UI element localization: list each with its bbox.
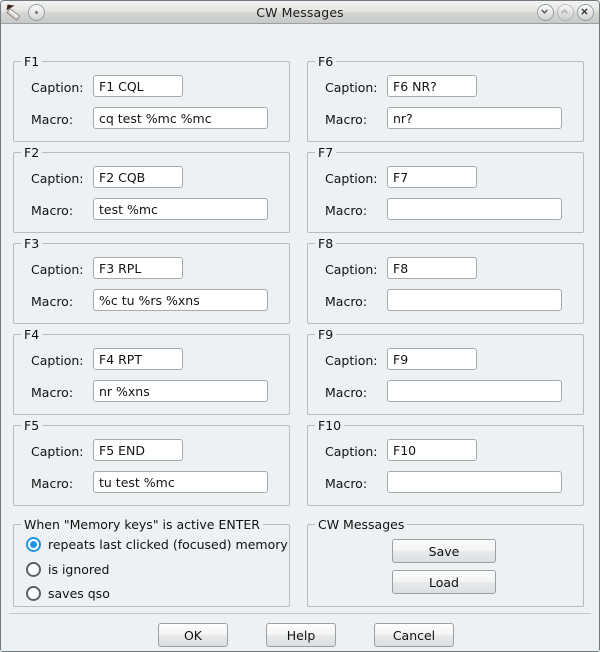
window-title: CW Messages <box>256 4 344 20</box>
ok-button[interactable]: OK <box>158 623 228 647</box>
group-f9-macro-input[interactable] <box>387 380 562 402</box>
save-button[interactable]: Save <box>392 539 496 563</box>
group-f5-caption-label: Caption: <box>31 444 84 459</box>
group-enter-behavior: When "Memory keys" is active ENTER repea… <box>13 517 290 607</box>
group-f8: F8 Caption: Macro: <box>307 236 584 324</box>
chevron-down-icon[interactable] <box>537 4 554 21</box>
radio-label: saves qso <box>48 586 110 601</box>
group-f9-legend: F9 <box>315 327 337 342</box>
group-f9-caption-label: Caption: <box>325 353 378 368</box>
group-f6-macro-input[interactable] <box>387 107 562 129</box>
group-f8-caption-input[interactable] <box>387 257 477 279</box>
window-menu-icon[interactable] <box>28 3 45 21</box>
group-f8-caption-label: Caption: <box>325 262 378 277</box>
group-f3-macro-input[interactable] <box>93 289 268 311</box>
group-f10: F10 Caption: Macro: <box>307 418 584 506</box>
group-f8-macro-input[interactable] <box>387 289 562 311</box>
group-f8-legend: F8 <box>315 236 337 251</box>
radio-saves-qso[interactable]: saves qso <box>26 586 110 601</box>
group-f9-macro-label: Macro: <box>325 385 368 400</box>
group-f2-macro-label: Macro: <box>31 203 74 218</box>
group-f5: F5 Caption: Macro: <box>13 418 290 506</box>
group-cw-messages-files-legend: CW Messages <box>315 517 408 532</box>
group-f7-macro-label: Macro: <box>325 203 368 218</box>
chevron-up-icon[interactable] <box>557 4 574 21</box>
group-f2-legend: F2 <box>21 145 43 160</box>
group-f4: F4 Caption: Macro: <box>13 327 290 415</box>
group-f7-caption-label: Caption: <box>325 171 378 186</box>
title-bar-left-controls <box>1 3 45 21</box>
group-f6-caption-label: Caption: <box>325 80 378 95</box>
group-f4-caption-label: Caption: <box>31 353 84 368</box>
group-f3-macro-label: Macro: <box>31 294 74 309</box>
cw-messages-dialog: CW Messages F1 Caption: F1 CQL Macro: cq… <box>0 0 600 652</box>
group-f3-caption-label: Caption: <box>31 262 84 277</box>
group-f5-macro-input[interactable] <box>93 471 268 493</box>
group-f5-caption-input[interactable] <box>93 439 183 461</box>
group-f7-macro-input[interactable] <box>387 198 562 220</box>
group-f10-caption-label: Caption: <box>325 444 378 459</box>
radio-label: is ignored <box>48 562 110 577</box>
group-f3-caption-input[interactable] <box>93 257 183 279</box>
group-f5-legend: F5 <box>21 418 43 433</box>
group-f10-macro-input[interactable] <box>387 471 562 493</box>
group-f3-legend: F3 <box>21 236 43 251</box>
group-f6-macro-label: Macro: <box>325 112 368 127</box>
dialog-client-area: F1 Caption: Macro: F2 Caption: Macro: F3… <box>1 24 599 651</box>
radio-is-ignored[interactable]: is ignored <box>26 562 109 577</box>
group-f5-macro-label: Macro: <box>31 476 74 491</box>
group-f9: F9 Caption: Macro: <box>307 327 584 415</box>
group-f7-legend: F7 <box>315 145 337 160</box>
radio-button-indicator[interactable] <box>26 562 41 577</box>
cancel-button[interactable]: Cancel <box>374 623 454 647</box>
group-f1-macro-input[interactable] <box>93 107 268 129</box>
group-f2-caption-input[interactable] <box>93 166 183 188</box>
group-f4-legend: F4 <box>21 327 43 342</box>
group-f7: F7 Caption: Macro: <box>307 145 584 233</box>
group-f7-caption-input[interactable] <box>387 166 477 188</box>
radio-button-indicator[interactable] <box>26 537 41 552</box>
group-f4-macro-label: Macro: <box>31 385 74 400</box>
pen-icon <box>6 3 23 21</box>
dialog-button-bar: OK Help Cancel <box>1 614 599 651</box>
memory-groups-area: F1 Caption: Macro: F2 Caption: Macro: F3… <box>1 24 599 613</box>
group-f1-legend: F1 <box>21 54 43 69</box>
radio-repeats-last-clicked-memory[interactable]: repeats last clicked (focused) memory <box>26 537 288 552</box>
group-f1-macro-label: Macro: <box>31 112 74 127</box>
load-button[interactable]: Load <box>392 570 496 594</box>
group-f2-caption-label: Caption: <box>31 171 84 186</box>
group-f3: F3 Caption: Macro: <box>13 236 290 324</box>
group-f9-caption-input[interactable] <box>387 348 477 370</box>
group-f8-macro-label: Macro: <box>325 294 368 309</box>
group-f10-macro-label: Macro: <box>325 476 368 491</box>
group-f10-legend: F10 <box>315 418 345 433</box>
group-f1: F1 Caption: Macro: <box>13 54 290 142</box>
group-f6-legend: F6 <box>315 54 337 69</box>
close-icon[interactable] <box>577 4 594 21</box>
title-bar: CW Messages <box>1 1 599 24</box>
title-bar-window-controls <box>537 1 594 24</box>
group-f1-caption-label: Caption: <box>31 80 84 95</box>
help-button[interactable]: Help <box>266 623 336 647</box>
radio-label: repeats last clicked (focused) memory <box>48 537 288 552</box>
radio-button-indicator[interactable] <box>26 586 41 601</box>
group-f2: F2 Caption: Macro: <box>13 145 290 233</box>
group-f1-caption-input[interactable] <box>93 75 183 97</box>
group-enter-behavior-legend: When "Memory keys" is active ENTER <box>21 517 263 532</box>
group-f4-macro-input[interactable] <box>93 380 268 402</box>
group-f6-caption-input[interactable] <box>387 75 477 97</box>
group-cw-messages-files: CW Messages Save Load <box>307 517 584 607</box>
group-f6: F6 Caption: Macro: <box>307 54 584 142</box>
group-f2-macro-input[interactable] <box>93 198 268 220</box>
group-f4-caption-input[interactable] <box>93 348 183 370</box>
group-f10-caption-input[interactable] <box>387 439 477 461</box>
